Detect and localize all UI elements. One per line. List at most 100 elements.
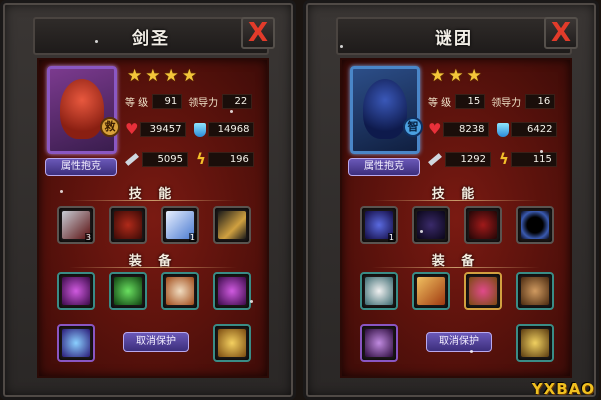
level-label: 等 级 bbox=[125, 98, 149, 109]
leadership-value: 22 bbox=[222, 94, 253, 109]
skill-slot[interactable]: 1 bbox=[161, 206, 199, 244]
divider bbox=[372, 267, 540, 268]
hero-name: 剑圣 bbox=[132, 28, 170, 49]
sword-icon bbox=[417, 277, 445, 305]
gear-shield-icon bbox=[521, 277, 549, 305]
star-icon: ★ bbox=[466, 66, 482, 86]
purple-claw-icon bbox=[365, 329, 393, 357]
hero-portrait[interactable]: 救 bbox=[47, 66, 120, 154]
leadership-label: 领导力 bbox=[188, 98, 219, 109]
hp-mp-row: ♥ 39457 14968 bbox=[125, 120, 255, 138]
attack-value: 5095 bbox=[142, 152, 188, 167]
star-rating: ★ ★ ★ ★ bbox=[127, 68, 197, 85]
close-button[interactable]: X bbox=[544, 17, 578, 49]
skill-level: 3 bbox=[84, 233, 92, 242]
sword-icon bbox=[428, 153, 442, 166]
hero-content: 智 属性抱克 ★ ★ ★ 等 级 15 领导力 16 ♥ 8238 6422 1… bbox=[340, 58, 572, 378]
star-icon: ★ bbox=[181, 66, 197, 86]
skill-slot[interactable]: 1 bbox=[360, 206, 398, 244]
lightning-icon: ϟ bbox=[499, 150, 509, 168]
attack-value: 1292 bbox=[445, 152, 491, 167]
hero-panel-right: 谜团 X 智 属性抱克 ★ ★ ★ 等 级 15 领导力 16 ♥ 8238 6… bbox=[303, 0, 599, 400]
potion-icon bbox=[497, 122, 510, 137]
star-icon: ★ bbox=[163, 66, 179, 86]
attribute-button[interactable]: 属性抱克 bbox=[348, 158, 420, 176]
snow-particle bbox=[540, 150, 543, 153]
equipment-slot[interactable] bbox=[109, 272, 147, 310]
potion-icon bbox=[194, 122, 207, 137]
level-row: 等 级 15 领导力 16 bbox=[428, 94, 556, 109]
watermark-logo: YXBAO bbox=[531, 380, 595, 398]
equipment-slot[interactable] bbox=[516, 272, 554, 310]
purple-boot-icon bbox=[62, 277, 90, 305]
equipment-slot[interactable] bbox=[464, 272, 502, 310]
shield-gem-icon bbox=[469, 277, 497, 305]
beast-skill-icon bbox=[114, 211, 142, 239]
unprotect-button[interactable]: 取消保护 bbox=[426, 332, 492, 352]
heart-icon: ♥ bbox=[428, 120, 442, 138]
drum-icon bbox=[166, 277, 194, 305]
equipment-slot[interactable] bbox=[213, 324, 251, 362]
purple-boot-icon bbox=[218, 277, 246, 305]
title-bar: 剑圣 bbox=[33, 17, 269, 55]
snow-particle bbox=[340, 45, 343, 48]
unprotect-button[interactable]: 取消保护 bbox=[123, 332, 189, 352]
snow-particle bbox=[470, 350, 473, 353]
equipment-slot[interactable] bbox=[360, 324, 398, 362]
skill-slot[interactable]: 3 bbox=[57, 206, 95, 244]
equipment-slot[interactable] bbox=[57, 324, 95, 362]
hero-type-badge: 智 bbox=[403, 117, 423, 137]
level-value: 15 bbox=[455, 94, 486, 109]
title-bar: 谜团 bbox=[336, 17, 572, 55]
snow-particle bbox=[250, 300, 253, 303]
shadow-skill-icon bbox=[417, 211, 445, 239]
equipment-slot[interactable] bbox=[57, 272, 95, 310]
skill-slot[interactable] bbox=[516, 206, 554, 244]
divider bbox=[372, 200, 540, 201]
skill-level: 1 bbox=[188, 233, 196, 242]
attribute-button[interactable]: 属性抱克 bbox=[45, 158, 117, 176]
hp-value: 39457 bbox=[140, 122, 187, 137]
level-label: 等 级 bbox=[428, 98, 452, 109]
equipment-slot[interactable] bbox=[360, 272, 398, 310]
star-icon: ★ bbox=[430, 66, 446, 86]
divider bbox=[69, 267, 237, 268]
hero-panel-left: 剑圣 X 救 属性抱克 ★ ★ ★ ★ 等 级 91 领导力 22 ♥ 3945… bbox=[0, 0, 296, 400]
mp-value: 14968 bbox=[208, 122, 255, 137]
sword-icon bbox=[125, 153, 139, 166]
claw-skill-icon bbox=[469, 211, 497, 239]
star-rating: ★ ★ ★ bbox=[430, 68, 482, 85]
hero-type-badge: 救 bbox=[100, 117, 120, 137]
attack-speed-row: 1292 ϟ 115 bbox=[428, 152, 557, 167]
skill-slot[interactable] bbox=[213, 206, 251, 244]
equipment-slot[interactable] bbox=[516, 324, 554, 362]
black-hole-skill-icon bbox=[521, 211, 549, 239]
divider bbox=[69, 200, 237, 201]
equipment-slot[interactable] bbox=[161, 272, 199, 310]
close-button[interactable]: X bbox=[241, 17, 275, 49]
snow-particle bbox=[95, 40, 98, 43]
star-icon: ★ bbox=[145, 66, 161, 86]
level-row: 等 级 91 领导力 22 bbox=[125, 94, 253, 109]
skill-level: 1 bbox=[387, 233, 395, 242]
skill-slot[interactable] bbox=[464, 206, 502, 244]
equipment-slot[interactable] bbox=[213, 272, 251, 310]
skill-slot[interactable] bbox=[412, 206, 450, 244]
leadership-label: 领导力 bbox=[491, 98, 522, 109]
hero-figure-icon bbox=[60, 79, 104, 139]
skill-slot[interactable] bbox=[109, 206, 147, 244]
hero-content: 救 属性抱克 ★ ★ ★ ★ 等 级 91 领导力 22 ♥ 39457 149… bbox=[37, 58, 269, 378]
gold-belt-icon bbox=[521, 329, 549, 357]
orb-icon bbox=[62, 329, 90, 357]
level-value: 91 bbox=[152, 94, 183, 109]
gold-helmet-icon bbox=[218, 329, 246, 357]
star-icon: ★ bbox=[448, 66, 464, 86]
speed-value: 196 bbox=[207, 152, 254, 167]
heart-icon: ♥ bbox=[125, 120, 139, 138]
hero-portrait[interactable]: 智 bbox=[350, 66, 423, 154]
horseshoe-amulet-icon bbox=[365, 277, 393, 305]
equipment-slot[interactable] bbox=[412, 272, 450, 310]
hp-mp-row: ♥ 8238 6422 bbox=[428, 120, 558, 138]
hero-figure-icon bbox=[363, 79, 407, 139]
dark-blade-skill-icon bbox=[218, 211, 246, 239]
